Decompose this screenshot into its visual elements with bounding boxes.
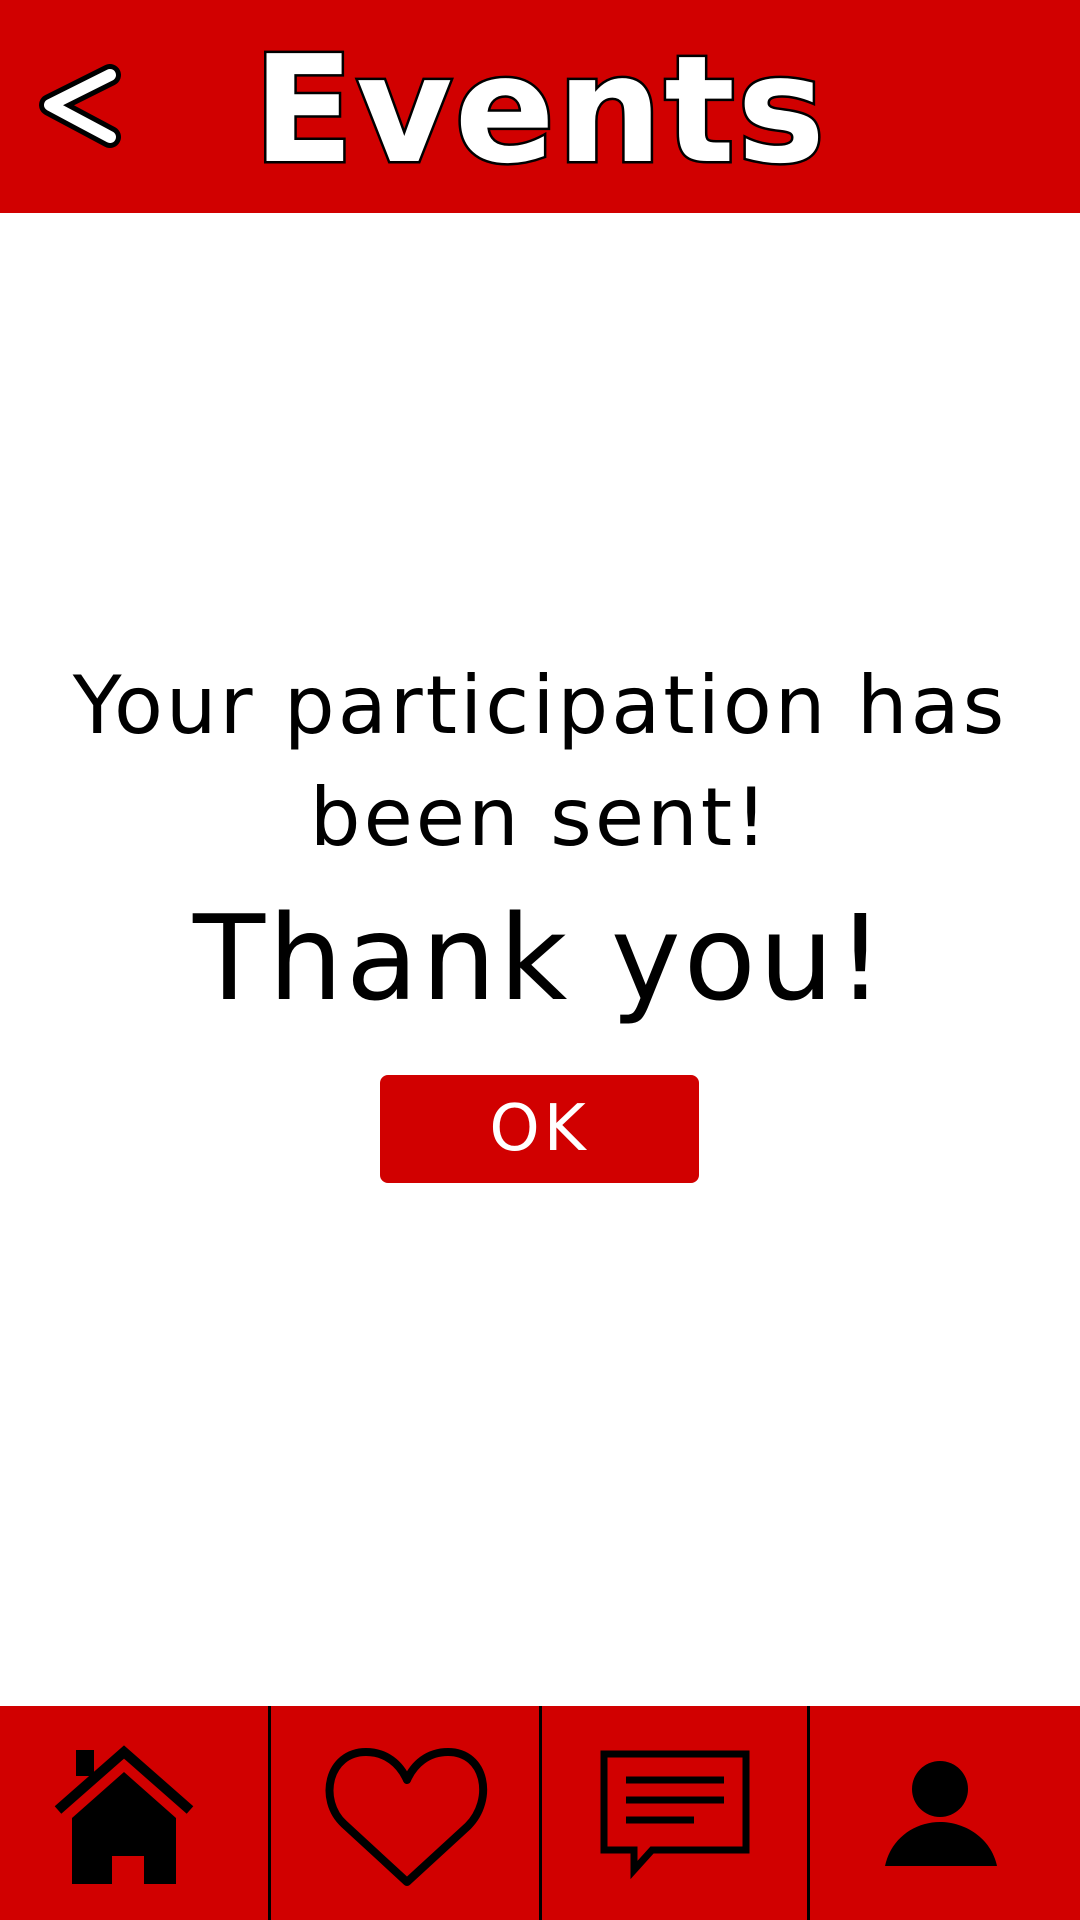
heart-icon [325,1748,488,1886]
user-icon [885,1761,997,1866]
nav-item-favorites[interactable] [271,1706,539,1920]
page-title: Events [250,22,828,199]
bottom-nav [0,1706,1080,1920]
ok-button[interactable]: OK [380,1075,699,1183]
header-bar: Events [0,0,1080,213]
nav-item-profile[interactable] [810,1706,1080,1920]
nav-item-messages[interactable] [542,1706,807,1920]
confirmation-message: Your participation has been sent! [72,659,1008,864]
home-icon [54,1745,194,1884]
chat-icon [600,1750,750,1880]
thank-you-text: Thank you! [193,889,887,1027]
nav-item-home[interactable] [0,1706,268,1920]
